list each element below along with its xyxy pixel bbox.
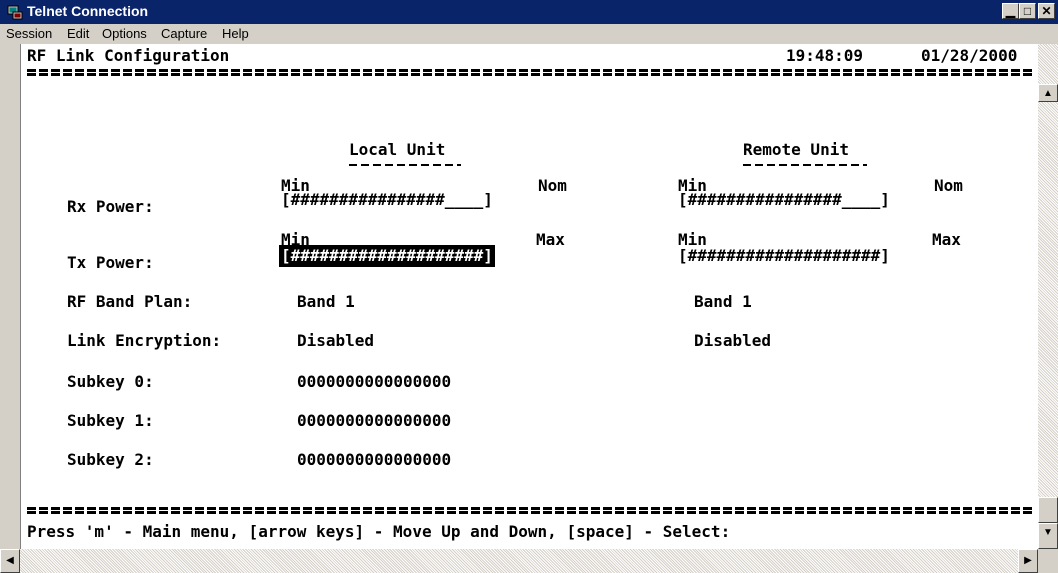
band-plan-remote: Band 1 [694, 292, 752, 311]
vertical-scrollbar[interactable]: ▲ ▼ [1038, 44, 1058, 549]
horizontal-scrollbar[interactable]: ◀ ▶ [0, 549, 1038, 573]
scroll-left-button[interactable]: ◀ [0, 549, 20, 573]
tx-remote-max: Max [932, 230, 961, 249]
subkey-2-value[interactable]: 0000000000000000 [297, 451, 451, 469]
menu-edit[interactable]: Edit [67, 26, 89, 41]
encryption-remote: Disabled [694, 331, 772, 350]
scroll-thumb[interactable] [1038, 497, 1058, 523]
minimize-button[interactable]: ▁ [1002, 3, 1019, 19]
encryption-label: Link Encryption: [67, 331, 222, 350]
separator-top [27, 69, 1032, 72]
tx-power-label: Tx Power: [67, 253, 154, 272]
separator-bottom-2 [27, 511, 1032, 514]
subkey-2-label: Subkey 2: [67, 450, 154, 469]
subkey-1-value[interactable]: 0000000000000000 [297, 412, 451, 430]
menu-help[interactable]: Help [222, 26, 249, 41]
band-plan-label: RF Band Plan: [67, 292, 193, 311]
rx-remote-nom: Nom [934, 176, 963, 195]
tx-local-max: Max [536, 230, 565, 249]
subkey-0-label: Subkey 0: [67, 372, 154, 391]
scroll-up-button[interactable]: ▲ [1038, 84, 1058, 102]
scroll-right-button[interactable]: ▶ [1018, 549, 1038, 573]
maximize-icon: □ [1023, 4, 1032, 18]
scroll-down-button[interactable]: ▼ [1038, 523, 1058, 549]
page-title: RF Link Configuration [27, 46, 230, 65]
local-unit-underline [349, 164, 461, 166]
menu-session[interactable]: Session [6, 26, 52, 41]
arrow-down-icon: ▼ [1043, 527, 1053, 538]
arrow-right-icon: ▶ [1024, 555, 1032, 566]
clock-date: 01/28/2000 [921, 46, 1018, 65]
separator-top-2 [27, 73, 1032, 76]
rx-power-label: Rx Power: [67, 197, 154, 216]
rx-local-gauge: [################____] [281, 190, 493, 209]
remote-unit-underline [743, 164, 867, 166]
menu-capture[interactable]: Capture [161, 26, 207, 41]
remote-unit-header: Remote Unit [743, 140, 849, 159]
footer-help-text: Press 'm' - Main menu, [arrow keys] - Mo… [27, 522, 731, 541]
telnet-icon [7, 5, 23, 20]
encryption-local[interactable]: Disabled [297, 332, 374, 350]
arrow-up-icon: ▲ [1043, 88, 1053, 99]
local-unit-header: Local Unit [349, 140, 446, 159]
minimize-icon: ▁ [1005, 4, 1016, 18]
menu-options[interactable]: Options [102, 26, 147, 41]
rx-local-nom: Nom [538, 176, 567, 195]
terminal-screen[interactable]: RF Link Configuration 19:48:09 01/28/200… [20, 44, 1039, 549]
tx-local-gauge[interactable]: [####################] [279, 245, 495, 267]
close-icon: ✕ [1041, 4, 1052, 18]
scrollbar-corner [1038, 549, 1058, 573]
rx-remote-gauge: [################____] [678, 190, 890, 209]
subkey-0-value[interactable]: 0000000000000000 [297, 373, 451, 391]
separator-bottom [27, 507, 1032, 510]
tx-remote-gauge: [####################] [678, 246, 890, 265]
title-bar[interactable]: Telnet Connection ▁ □ ✕ [0, 0, 1058, 24]
window-title: Telnet Connection [27, 3, 149, 19]
clock-time: 19:48:09 [786, 46, 864, 65]
arrow-left-icon: ◀ [6, 555, 14, 566]
subkey-1-label: Subkey 1: [67, 411, 154, 430]
maximize-button[interactable]: □ [1019, 3, 1036, 19]
close-button[interactable]: ✕ [1038, 3, 1055, 19]
menu-bar: Session Edit Options Capture Help [0, 24, 1058, 44]
band-plan-local[interactable]: Band 1 [297, 293, 355, 311]
